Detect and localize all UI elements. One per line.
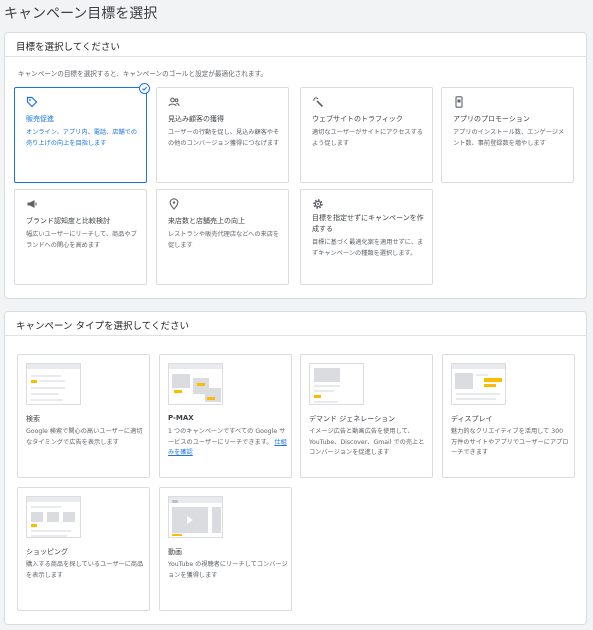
- goal-card-description: アプリのインストール数、エンゲージメント数、事前登録数を増やします: [453, 129, 565, 147]
- tag-icon: [26, 96, 38, 108]
- goal-card-title: ウェブサイトのトラフィック: [312, 115, 403, 123]
- goal-card-app[interactable]: アプリのプロモーション アプリのインストール数、エンゲージメント数、事前登録数を…: [441, 87, 574, 183]
- shopping-thumbnail: [26, 496, 81, 538]
- video-thumbnail: [168, 496, 223, 538]
- goal-card-title: 目標を指定せずにキャンペーンを作成する: [312, 214, 424, 233]
- goal-section-header: 目標を選択してください: [5, 33, 586, 57]
- goal-section: 目標を選択してください キャンペーンの目標を選択すると、キャンペーンのゴールと設…: [4, 32, 587, 299]
- type-section-title: キャンペーン タイプを選択してください: [16, 321, 189, 332]
- goal-card-title: 見込み顧客の獲得: [168, 115, 224, 123]
- type-card-pmax[interactable]: P-MAX 1 つのキャンペーンですべての Google サービスのユーザーにリ…: [159, 354, 292, 478]
- type-card-description: 1 つのキャンペーンですべての Google サービスのユーザーにリーチできます…: [168, 427, 288, 459]
- page-title: キャンペーン目標を選択: [4, 6, 158, 22]
- type-card-title: 検索: [26, 415, 40, 423]
- search-thumbnail: [26, 363, 81, 405]
- goal-card-sales[interactable]: 販売促進 オンライン、アプリ内、電話、店舗での売り上げの向上を目指します: [14, 83, 150, 183]
- goal-card-title: アプリのプロモーション: [453, 115, 530, 123]
- pmax-thumbnail: [168, 363, 223, 405]
- type-card-description: 魅力的なクリエイティブを活用して 300 万件のサイトやアプリでユーザーにアプロ…: [451, 428, 569, 456]
- goal-card-description: 目標に基づく最適化案を適用せずに、まずキャンペーンの種類を選択します。: [312, 239, 424, 257]
- goal-card-no-goal[interactable]: 目標を指定せずにキャンペーンを作成する 目標に基づく最適化案を適用せずに、まずキ…: [300, 189, 433, 285]
- display-thumbnail: [451, 363, 506, 405]
- type-card-display[interactable]: ディスプレイ 魅力的なクリエイティブを活用して 300 万件のサイトやアプリでユ…: [442, 354, 575, 478]
- type-section-header: キャンペーン タイプを選択してください: [5, 312, 586, 336]
- type-card-description: 購入する商品を探しているユーザーに商品を表示します: [26, 561, 144, 579]
- magic-click-icon: [312, 96, 324, 108]
- demand-gen-thumbnail: [309, 363, 364, 405]
- type-card-description-text: 1 つのキャンペーンですべての Google サービスのユーザーにリーチできます…: [168, 428, 286, 446]
- goal-section-description: キャンペーンの目標を選択すると、キャンペーンのゴールと設定が最適化されます。: [18, 70, 267, 78]
- goal-card-description: 適切なユーザーがサイトにアクセスするよう促します: [312, 129, 423, 147]
- goal-card-title: 来店数と店舗売上の向上: [168, 217, 245, 225]
- goal-card-leads[interactable]: 見込み顧客の獲得 ユーザーの行動を促し、見込み顧客やその他のコンバージョン獲得に…: [156, 87, 289, 183]
- type-card-search[interactable]: 検索 Google 検索で関心の高いユーザーに適切なタイミングで広告を表示します: [17, 354, 150, 478]
- goal-card-description: オンライン、アプリ内、電話、店舗での売り上げの向上を目指します: [26, 129, 138, 147]
- type-card-demand-gen[interactable]: デマンド ジェネレーション イメージ広告と動画広告を使用して、YouTube、D…: [300, 354, 433, 478]
- type-card-title: デマンド ジェネレーション: [309, 415, 396, 423]
- type-card-description: YouTube の視聴者にリーチしてコンバージョンを獲得します: [168, 561, 288, 579]
- goal-card-description: ユーザーの行動を促し、見込み顧客やその他のコンバージョン獲得につなげます: [168, 129, 280, 147]
- type-card-title: 動画: [168, 548, 182, 556]
- goal-card-description: 幅広いユーザーにリーチして、商品やブランドへの関心を高めます: [26, 231, 137, 249]
- people-icon: [168, 96, 180, 108]
- type-section: キャンペーン タイプを選択してください 検索 Google 検索で関心の高いユー…: [4, 311, 587, 625]
- goal-card-traffic[interactable]: ウェブサイトのトラフィック 適切なユーザーがサイトにアクセスするよう促します: [300, 87, 433, 183]
- mobile-phone-icon: [453, 96, 465, 108]
- type-card-title: P-MAX: [168, 414, 194, 422]
- selected-check-icon: [139, 83, 150, 94]
- type-card-description: Google 検索で関心の高いユーザーに適切なタイミングで広告を表示します: [26, 428, 143, 446]
- type-card-description: イメージ広告と動画広告を使用して、YouTube、Discover、Gmail …: [309, 428, 425, 456]
- goal-card-description: レストランや販売代理店などへの来店を促します: [168, 231, 280, 249]
- location-pin-icon: [168, 198, 180, 210]
- type-card-title: ディスプレイ: [451, 415, 493, 423]
- goal-card-brand[interactable]: ブランド認知度と比較検討 幅広いユーザーにリーチして、商品やブランドへの関心を高…: [14, 189, 147, 285]
- megaphone-icon: [26, 198, 38, 210]
- type-card-shopping[interactable]: ショッピング 購入する商品を探しているユーザーに商品を表示します: [17, 487, 150, 611]
- goal-card-title: ブランド認知度と比較検討: [26, 217, 110, 225]
- goal-card-store-visits[interactable]: 来店数と店舗売上の向上 レストランや販売代理店などへの来店を促します: [156, 189, 289, 285]
- gear-icon: [312, 198, 324, 210]
- type-card-video[interactable]: 動画 YouTube の視聴者にリーチしてコンバージョンを獲得します: [159, 487, 292, 611]
- goal-card-title: 販売促進: [26, 115, 54, 123]
- play-icon: [187, 516, 193, 524]
- goal-section-title: 目標を選択してください: [16, 42, 120, 53]
- type-card-title: ショッピング: [26, 548, 68, 556]
